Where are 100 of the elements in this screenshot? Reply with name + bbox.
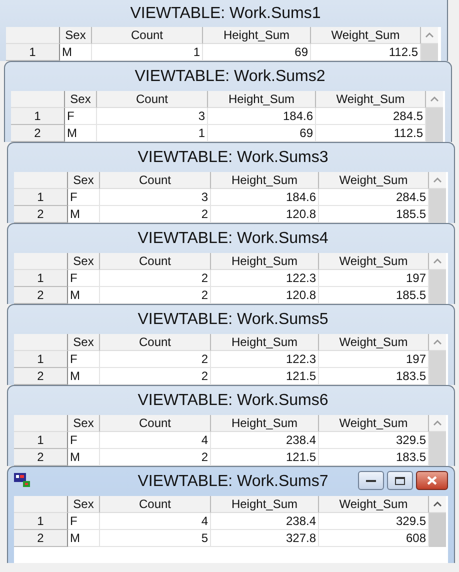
caret-up-icon bbox=[433, 177, 442, 183]
column-header[interactable]: Count bbox=[97, 91, 208, 108]
table-cell: 238.4 bbox=[211, 432, 319, 449]
column-header[interactable]: Sex bbox=[60, 27, 92, 44]
table-cell: F bbox=[68, 432, 100, 449]
maximize-icon bbox=[395, 476, 405, 484]
row-header[interactable]: 1 bbox=[6, 44, 60, 61]
column-header[interactable]: Count bbox=[92, 27, 203, 44]
row-header[interactable]: 1 bbox=[14, 189, 68, 206]
row-header-corner bbox=[14, 334, 68, 351]
row-header[interactable]: 2 bbox=[14, 449, 68, 466]
window-title: VIEWTABLE: Work.Sums7 bbox=[138, 472, 328, 490]
window-title: VIEWTABLE: Work.Sums2 bbox=[134, 68, 326, 86]
column-header[interactable]: Sex bbox=[68, 172, 100, 189]
window-title: VIEWTABLE: Work.Sums5 bbox=[138, 310, 328, 328]
row-header[interactable]: 1 bbox=[11, 108, 65, 125]
table-cell: 4 bbox=[100, 432, 211, 449]
scrollbar-track bbox=[426, 125, 443, 142]
row-header-corner bbox=[14, 415, 68, 432]
window-title: VIEWTABLE: Work.Sums3 bbox=[138, 148, 328, 166]
table-cell: F bbox=[68, 189, 100, 206]
caret-up-icon bbox=[433, 420, 442, 426]
row-header-corner bbox=[11, 91, 65, 108]
column-header[interactable]: Sex bbox=[68, 334, 100, 351]
column-header[interactable]: Weight_Sum bbox=[319, 172, 429, 189]
close-icon bbox=[427, 476, 437, 485]
column-header[interactable]: Count bbox=[100, 172, 211, 189]
table-cell: F bbox=[68, 513, 100, 530]
column-header[interactable]: Height_Sum bbox=[211, 415, 319, 432]
row-header[interactable]: 1 bbox=[14, 351, 68, 368]
row-header[interactable]: 1 bbox=[14, 432, 68, 449]
column-header[interactable]: Weight_Sum bbox=[319, 415, 429, 432]
row-header[interactable]: 2 bbox=[14, 287, 68, 304]
caret-up-icon bbox=[425, 32, 434, 38]
window-title: VIEWTABLE: Work.Sums4 bbox=[138, 230, 328, 248]
column-header[interactable]: Weight_Sum bbox=[316, 91, 426, 108]
table-cell: 238.4 bbox=[211, 513, 319, 530]
table-cell: 122.3 bbox=[211, 351, 319, 368]
table-cell: 2 bbox=[100, 351, 211, 368]
column-header[interactable]: Height_Sum bbox=[211, 496, 319, 513]
row-header[interactable]: 2 bbox=[14, 530, 68, 547]
row-header-corner bbox=[14, 172, 68, 189]
column-header[interactable]: Height_Sum bbox=[211, 253, 319, 270]
caret-up-icon bbox=[433, 339, 442, 345]
row-header-corner bbox=[14, 496, 68, 513]
table-cell: 3 bbox=[97, 108, 208, 125]
column-header[interactable]: Height_Sum bbox=[203, 27, 311, 44]
scrollbar-track bbox=[426, 108, 443, 125]
caret-up-icon bbox=[430, 96, 439, 102]
scrollbar-track bbox=[429, 287, 446, 304]
column-header[interactable]: Count bbox=[100, 415, 211, 432]
minimize-icon bbox=[366, 478, 376, 482]
table-cell: 184.6 bbox=[208, 108, 316, 125]
row-header-corner bbox=[14, 253, 68, 270]
scrollbar-track bbox=[429, 368, 446, 385]
scrollbar-track bbox=[429, 513, 446, 530]
row-header[interactable]: 1 bbox=[14, 513, 68, 530]
window-title: VIEWTABLE: Work.Sums6 bbox=[138, 392, 328, 410]
column-header[interactable]: Sex bbox=[68, 496, 100, 513]
caret-up-icon bbox=[433, 501, 442, 507]
table-cell: 4 bbox=[100, 513, 211, 530]
column-header[interactable]: Sex bbox=[68, 253, 100, 270]
caret-up-icon bbox=[433, 258, 442, 264]
window-icon bbox=[14, 473, 30, 487]
row-header[interactable]: 2 bbox=[11, 125, 65, 142]
column-header[interactable]: Weight_Sum bbox=[319, 334, 429, 351]
window-title: VIEWTABLE: Work.Sums1 bbox=[130, 4, 321, 22]
maximize-button[interactable] bbox=[387, 471, 413, 490]
column-header[interactable]: Count bbox=[100, 496, 211, 513]
scrollbar-track bbox=[429, 432, 446, 449]
column-header[interactable]: Count bbox=[100, 334, 211, 351]
minimize-button[interactable] bbox=[358, 471, 384, 490]
table-cell: 184.6 bbox=[211, 189, 319, 206]
table-cell: F bbox=[68, 351, 100, 368]
scrollbar-track bbox=[429, 206, 446, 223]
row-header[interactable]: 2 bbox=[14, 368, 68, 385]
row-header[interactable]: 1 bbox=[14, 270, 68, 287]
scrollbar-track bbox=[429, 351, 446, 368]
close-button[interactable] bbox=[416, 471, 448, 490]
column-header[interactable]: Height_Sum bbox=[208, 91, 316, 108]
column-header[interactable]: Weight_Sum bbox=[319, 496, 429, 513]
row-header-corner bbox=[6, 27, 60, 44]
column-header[interactable]: Sex bbox=[65, 91, 97, 108]
column-header[interactable]: Weight_Sum bbox=[311, 27, 421, 44]
scrollbar-track bbox=[429, 449, 446, 466]
scrollbar-track bbox=[429, 270, 446, 287]
scrollbar-track bbox=[429, 189, 446, 206]
column-header[interactable]: Height_Sum bbox=[211, 334, 319, 351]
column-header[interactable]: Weight_Sum bbox=[319, 253, 429, 270]
table-cell: 2 bbox=[100, 270, 211, 287]
scrollbar-track bbox=[429, 530, 446, 547]
column-header[interactable]: Sex bbox=[68, 415, 100, 432]
scrollbar-track bbox=[421, 44, 438, 61]
table-cell: 3 bbox=[100, 189, 211, 206]
row-header[interactable]: 2 bbox=[14, 206, 68, 223]
table-cell: F bbox=[65, 108, 97, 125]
scroll-up-button[interactable] bbox=[429, 496, 446, 513]
column-header[interactable]: Height_Sum bbox=[211, 172, 319, 189]
column-header[interactable]: Count bbox=[100, 253, 211, 270]
table-cell: F bbox=[68, 270, 100, 287]
